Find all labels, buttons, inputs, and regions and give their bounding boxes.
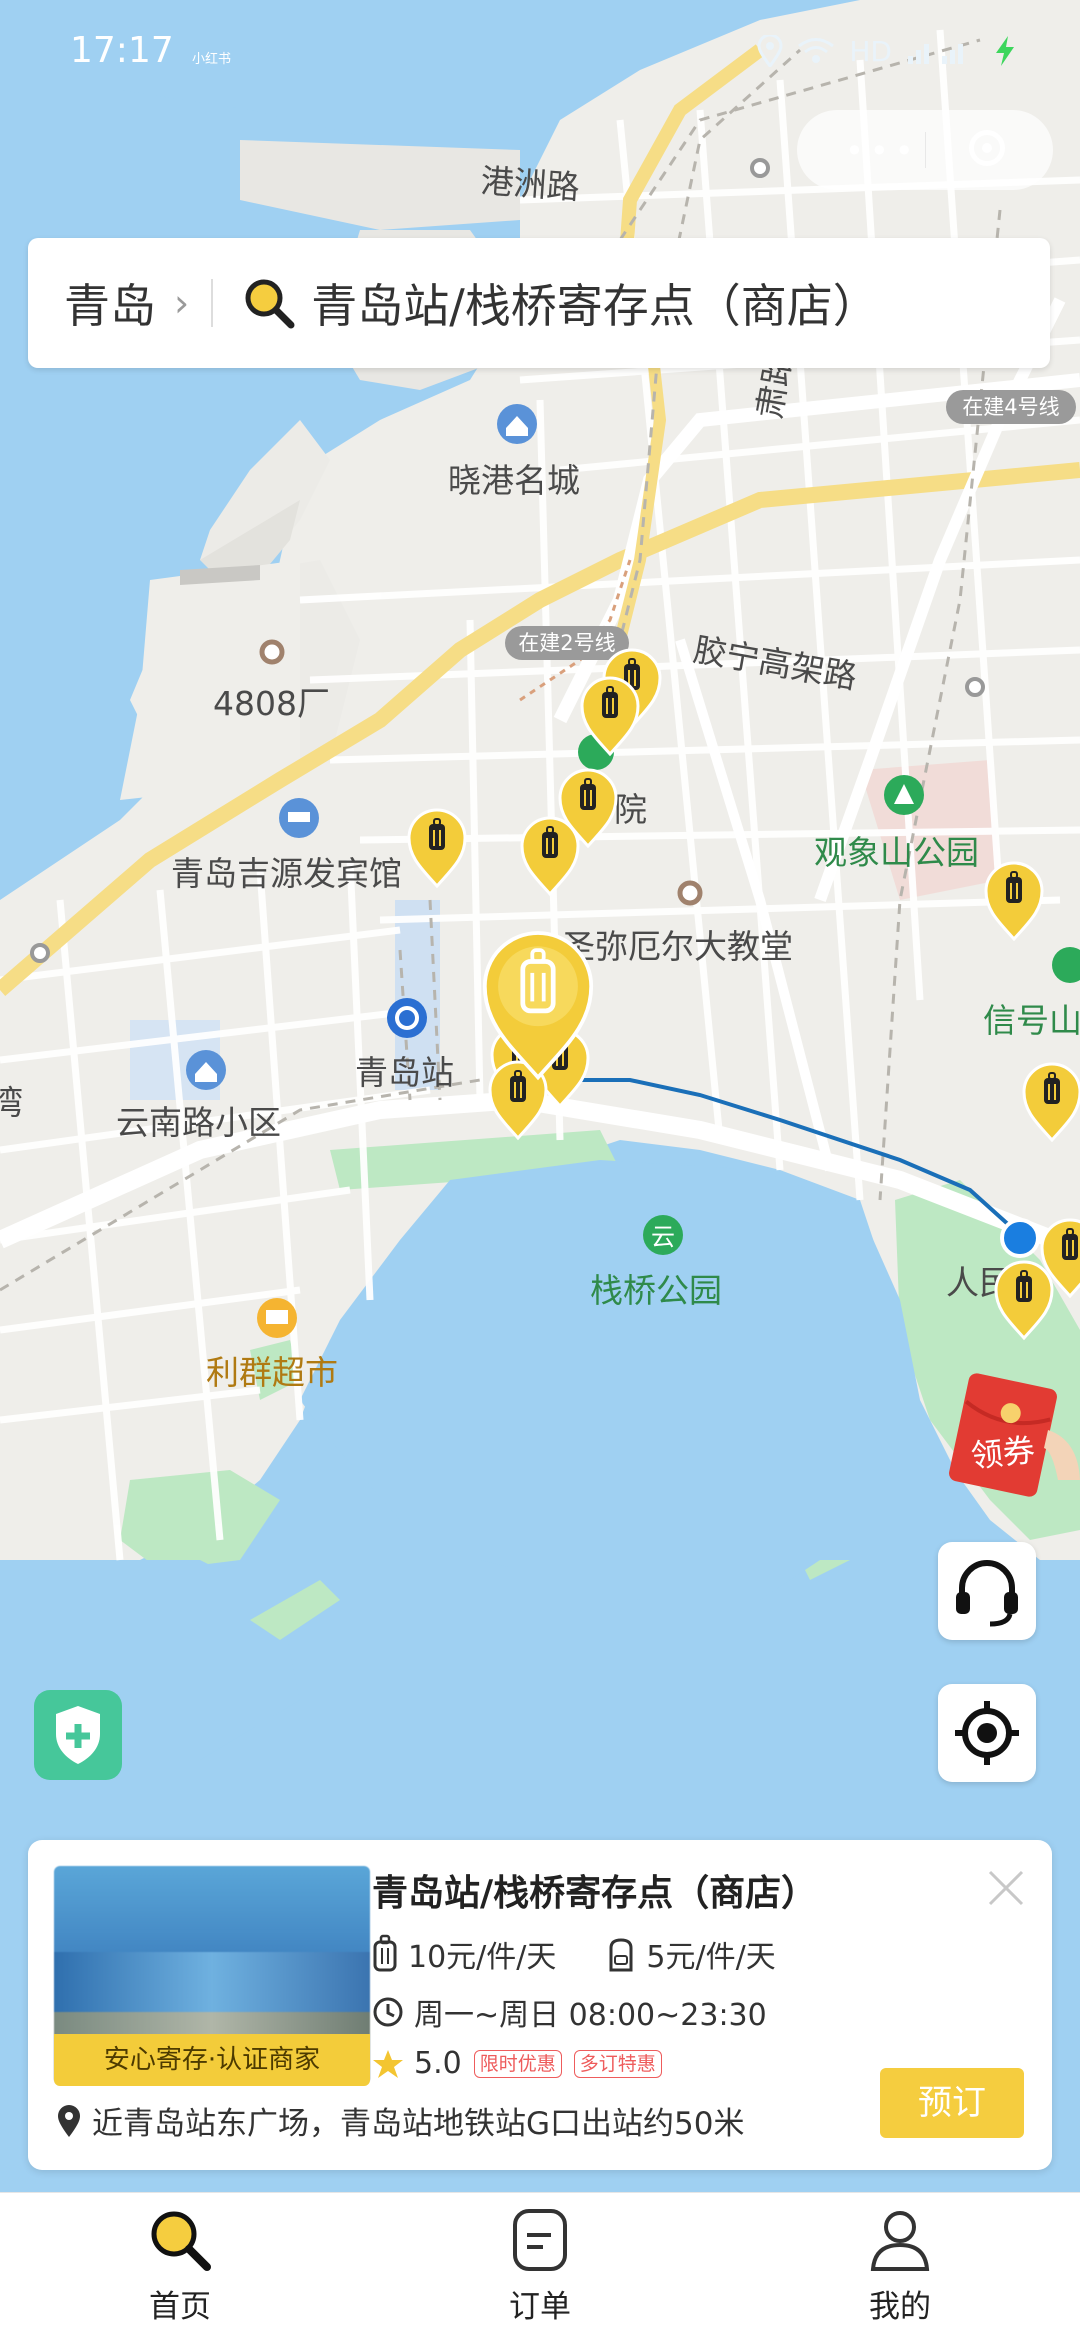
bag-price: 5元/件/天 [646,1940,776,1975]
hours-row: 周一~周日 08:00~23:30 [372,1990,767,2034]
tab-home[interactable]: 首页 [90,2205,270,2326]
tab-home-label: 首页 [149,2289,211,2325]
store-title: 青岛站/栈桥寄存点（商店） [372,1873,818,1914]
status-time: 17:17 [70,30,174,71]
tab-profile-label: 我的 [869,2289,931,2325]
shield-plus-icon [56,1706,100,1764]
map-label-station: 青岛站 [355,1053,454,1092]
wifi-icon [798,38,835,63]
search-divider [211,279,214,327]
safety-button[interactable] [34,1690,122,1780]
tab-bar: 首页 订单 我的 [0,2192,1080,2341]
certified-badge: 安心寄存·认证商家 [54,2034,370,2086]
locate-button[interactable] [938,1684,1036,1782]
headset-icon [956,1560,1018,1627]
capsule-divider [925,132,926,168]
map-label-yuan: 院 [614,790,647,829]
promo-tag: 多订特惠 [573,2049,662,2078]
promo-tag: 限时优惠 [473,2049,562,2078]
more-icon[interactable]: ••• [845,132,920,170]
map-label-church: 圣弥厄尔大教堂 [562,927,793,966]
map-label-xiaogang: 晓港名城 [448,461,580,500]
luggage-icon [373,1934,397,1972]
map-label-gangzhou-road: 港洲路 [479,161,580,207]
user-icon [870,2211,930,2271]
store-address: 近青岛站东广场，青岛站地铁站G口出站约50米 [92,2106,745,2142]
book-button[interactable]: 预订 [880,2068,1024,2138]
clock-icon [373,1997,403,2027]
map-label-left-cut: 湾 [0,1083,23,1122]
locate-icon [955,1701,1019,1765]
chevron-right-icon[interactable]: › [174,281,189,325]
price-row: 10元/件/天 5元/件/天 [372,1932,776,1976]
map-label-factory: 4808厂 [213,684,330,723]
search-bar: 青岛 › 青岛站/栈桥寄存点（商店） [28,238,1050,368]
map-label-yunnan: 云南路小区 [116,1103,281,1142]
coupon-label: 领券 [969,1431,1037,1475]
coupon-button[interactable]: 领券 [948,1370,1080,1498]
map-label-liqun: 利群超市 [206,1353,338,1392]
map-label-signal-hill: 信号山 [983,1001,1080,1040]
map-label-zhanqiao-park: 栈桥公园 [590,1271,722,1310]
search-icon [151,2211,211,2271]
close-icon[interactable] [984,1866,1028,1910]
map-label-line4: 在建4号线 [962,395,1059,419]
store-card[interactable]: 安心寄存·认证商家 青岛站/栈桥寄存点（商店） 10元/件/天 5元/件/天 周… [28,1840,1052,2170]
tab-orders-label: 订单 [509,2289,571,2325]
tab-profile[interactable]: 我的 [810,2205,990,2326]
rating-row: 5.0 限时优惠 多订特惠 [372,2046,662,2081]
order-icon [513,2209,567,2271]
location-icon [757,35,783,67]
rating-value: 5.0 [414,2046,462,2081]
close-miniapp-icon[interactable] [969,130,1005,166]
search-input[interactable]: 青岛站/栈桥寄存点（商店） [311,270,879,336]
map-label-guanxiang-park: 观象山公园 [814,833,979,872]
network-type: HD [849,34,892,68]
status-carrier-tag: 小红书 [192,52,232,67]
svg-text:云: 云 [651,1223,675,1251]
tab-orders[interactable]: 订单 [450,2205,630,2326]
city-selector[interactable]: 青岛 [64,270,156,336]
search-icon [245,279,295,329]
battery-charging-icon [996,36,1014,66]
location-pin-icon [58,2104,80,2137]
backpack-icon [609,1938,633,1972]
luggage-price: 10元/件/天 [408,1940,557,1975]
map-label-line2: 在建2号线 [518,631,615,655]
support-button[interactable] [938,1542,1036,1640]
signal-icon [908,44,963,64]
status-bar: 17:17 小红书 HD [0,0,1080,110]
star-icon [373,2049,403,2078]
miniapp-capsule: ••• [797,110,1053,190]
opening-hours: 周一~周日 08:00~23:30 [414,1998,767,2033]
map-label-hotel: 青岛吉源发宾馆 [171,854,402,893]
address-row: 近青岛站东广场，青岛站地铁站G口出站约50米 [56,2098,744,2143]
